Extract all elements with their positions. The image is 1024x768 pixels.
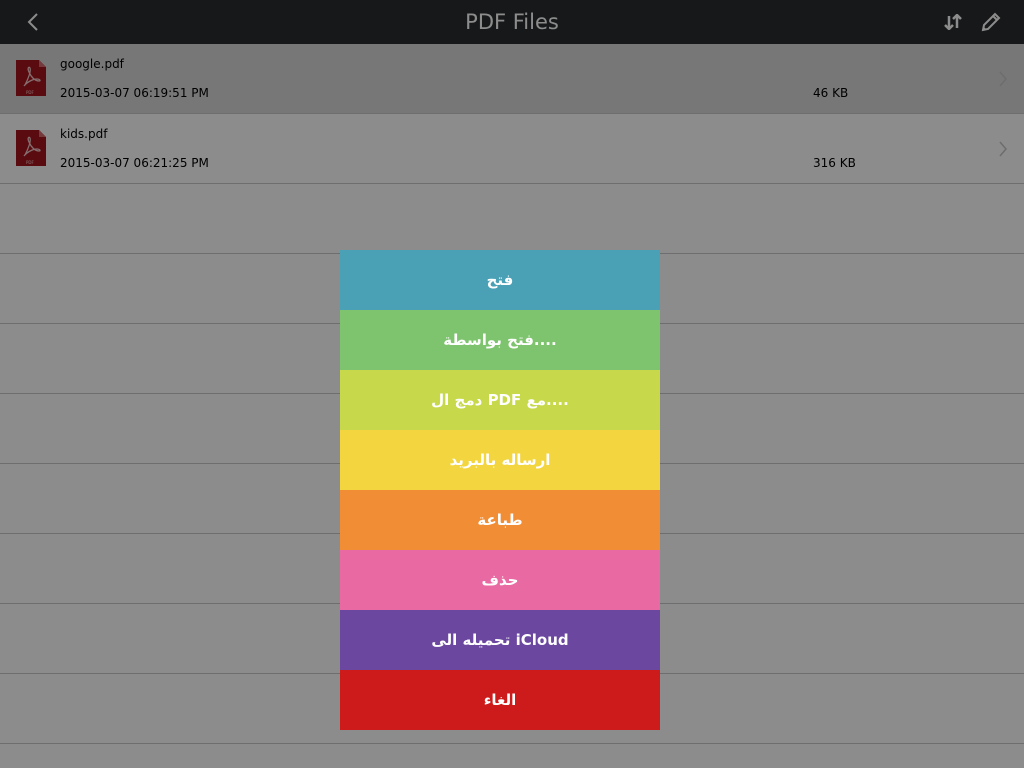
- cancel-button[interactable]: الغاء: [340, 670, 660, 730]
- email-button[interactable]: ارساله بالبريد: [340, 430, 660, 490]
- merge-pdf-button[interactable]: دمج ال PDF مع....: [340, 370, 660, 430]
- open-button[interactable]: فتح: [340, 250, 660, 310]
- action-sheet: فتح فتح بواسطة.... دمج ال PDF مع.... ارس…: [340, 250, 660, 730]
- open-with-button[interactable]: فتح بواسطة....: [340, 310, 660, 370]
- print-button[interactable]: طباعة: [340, 490, 660, 550]
- upload-icloud-button[interactable]: تحميله الى iCloud: [340, 610, 660, 670]
- delete-button[interactable]: حذف: [340, 550, 660, 610]
